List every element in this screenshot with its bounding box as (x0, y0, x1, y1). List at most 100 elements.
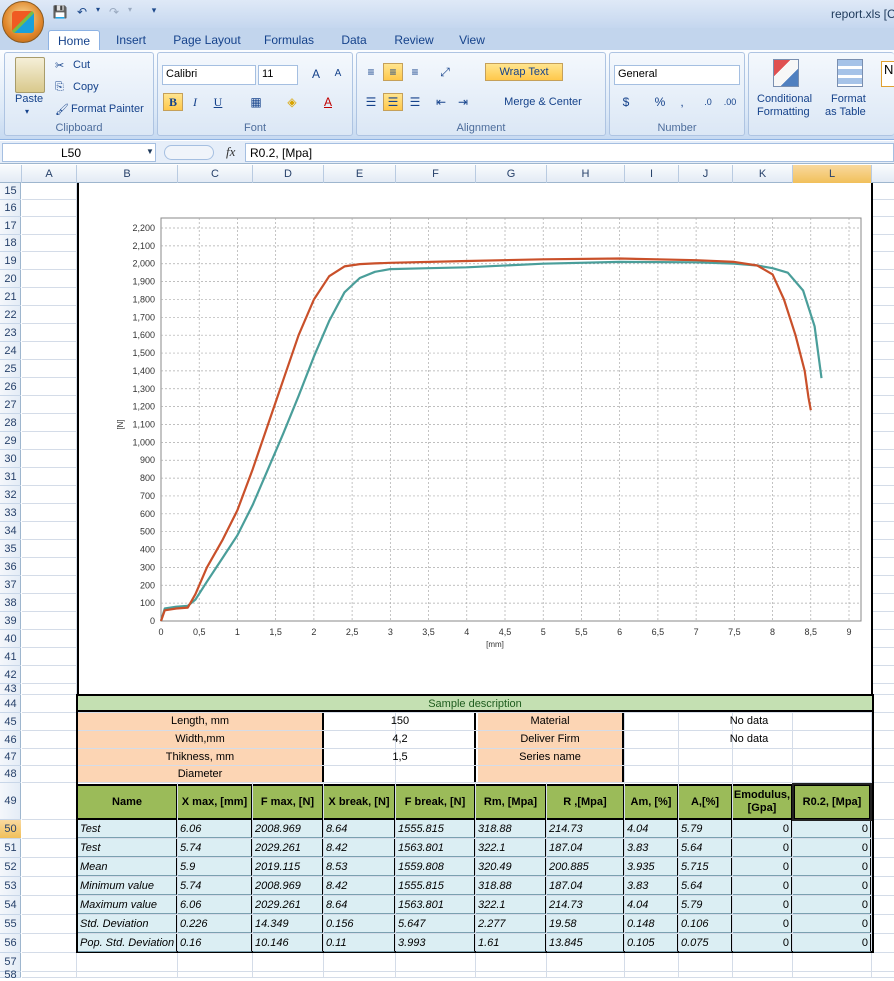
row-header-43[interactable]: 43 (0, 684, 21, 695)
row-header-34[interactable]: 34 (0, 522, 21, 540)
sample-value[interactable]: 4,2 (326, 731, 476, 748)
comma-button[interactable]: , (672, 93, 692, 111)
results-cell[interactable]: 5.64 (679, 839, 732, 857)
paste-dropdown-icon[interactable]: ▾ (25, 107, 29, 116)
redo-icon[interactable]: ↷ (106, 5, 122, 21)
sample-label-2[interactable]: Series name (478, 749, 624, 765)
results-cell[interactable]: 2.277 (476, 915, 546, 933)
results-cell[interactable]: 322.1 (476, 839, 546, 857)
conditional-formatting-sub[interactable]: Formatting (757, 106, 810, 118)
row-header-24[interactable]: 24 (0, 342, 21, 360)
row-header-55[interactable]: 55 (0, 915, 21, 934)
row-header-42[interactable]: 42 (0, 666, 21, 684)
increase-indent-icon[interactable]: ⇥ (453, 93, 473, 111)
results-cell[interactable]: 1563.801 (396, 896, 475, 914)
percent-button[interactable]: % (650, 93, 670, 111)
merge-center-button[interactable]: Merge & Center (485, 93, 601, 111)
name-box[interactable]: L50 (2, 143, 156, 162)
results-cell[interactable]: 10.146 (253, 934, 323, 952)
results-cell[interactable]: 0 (733, 839, 792, 857)
column-header-g[interactable]: G (476, 165, 547, 183)
shrink-font-icon[interactable]: A (328, 65, 348, 83)
row-header-56[interactable]: 56 (0, 934, 21, 953)
font-size-select[interactable]: 11 (258, 65, 298, 85)
results-row-name[interactable]: Minimum value (78, 877, 177, 895)
tab-review[interactable]: Review (388, 30, 440, 50)
results-row-name[interactable]: Pop. Std. Deviation (78, 934, 177, 952)
results-row-name[interactable]: Mean (78, 858, 177, 876)
sample-label-2[interactable]: Material (478, 713, 624, 730)
wrap-text-button[interactable]: Wrap Text (485, 63, 563, 81)
customize-qat-icon[interactable]: ▾ (146, 5, 162, 21)
results-cell[interactable]: 0 (793, 896, 871, 914)
orientation-icon[interactable]: ⤢ (435, 63, 455, 81)
column-header-a[interactable]: A (22, 165, 77, 183)
paste-button[interactable]: Paste (15, 93, 43, 105)
results-header[interactable]: F max, [N] (253, 784, 323, 820)
format-as-table-sub[interactable]: as Table (825, 106, 866, 118)
results-cell[interactable]: 0 (733, 896, 792, 914)
row-header-49[interactable]: 49 (0, 783, 21, 820)
results-cell[interactable]: 0.106 (679, 915, 732, 933)
sample-label[interactable]: Width,mm (78, 731, 324, 748)
grow-font-icon[interactable]: A (306, 65, 326, 83)
row-header-33[interactable]: 33 (0, 504, 21, 522)
results-cell[interactable]: 2008.969 (253, 820, 323, 838)
font-color-icon[interactable]: A (318, 93, 338, 111)
row-header-17[interactable]: 17 (0, 217, 21, 235)
sample-value-2[interactable] (626, 766, 872, 782)
results-cell[interactable]: 0.156 (324, 915, 395, 933)
column-header-j[interactable]: J (679, 165, 733, 183)
row-header-48[interactable]: 48 (0, 766, 21, 783)
results-cell[interactable]: 1.61 (476, 934, 546, 952)
sample-label[interactable]: Diameter (78, 766, 324, 782)
results-cell[interactable]: 187.04 (547, 877, 624, 895)
row-header-36[interactable]: 36 (0, 558, 21, 576)
results-cell[interactable]: 3.83 (625, 839, 678, 857)
select-all-corner[interactable] (0, 165, 22, 183)
sample-value[interactable] (326, 766, 476, 782)
row-header-39[interactable]: 39 (0, 612, 21, 630)
sample-label[interactable]: Length, mm (78, 713, 324, 730)
results-cell[interactable]: 5.64 (679, 877, 732, 895)
results-cell[interactable]: 6.06 (178, 896, 252, 914)
results-cell[interactable]: 0 (793, 877, 871, 895)
sample-label[interactable]: Thikness, mm (78, 749, 324, 765)
results-cell[interactable]: 0 (793, 839, 871, 857)
sample-value-2[interactable]: No data (626, 731, 872, 748)
insert-function-icon[interactable]: fx (226, 144, 235, 160)
results-cell[interactable]: 5.79 (679, 820, 732, 838)
decrease-decimal-icon[interactable]: .00 (720, 93, 740, 111)
sample-value-2[interactable] (626, 749, 872, 765)
align-center-icon[interactable]: ☰ (383, 93, 403, 111)
results-header[interactable]: X max, [mm] (178, 784, 252, 820)
results-cell[interactable]: 5.9 (178, 858, 252, 876)
results-cell[interactable]: 8.64 (324, 896, 395, 914)
results-cell[interactable]: 0.105 (625, 934, 678, 952)
row-header-25[interactable]: 25 (0, 360, 21, 378)
results-header[interactable]: Emodulus, [Gpa] (733, 784, 792, 820)
sample-value-2[interactable]: No data (626, 713, 872, 730)
italic-button[interactable]: I (185, 93, 205, 111)
font-name-select[interactable]: Calibri (162, 65, 256, 85)
underline-button[interactable]: U (208, 93, 228, 111)
results-cell[interactable]: 0 (733, 858, 792, 876)
results-header[interactable]: R ,[Mpa] (547, 784, 624, 820)
row-header-37[interactable]: 37 (0, 576, 21, 594)
format-as-table-button[interactable]: Format (831, 93, 866, 105)
row-header-29[interactable]: 29 (0, 432, 21, 450)
align-middle-icon[interactable]: ≡ (383, 63, 403, 81)
row-header-35[interactable]: 35 (0, 540, 21, 558)
office-button[interactable] (2, 1, 44, 43)
row-header-28[interactable]: 28 (0, 414, 21, 432)
results-header[interactable]: F break, [N] (396, 784, 475, 820)
redo-dropdown-icon[interactable]: ▾ (122, 5, 138, 21)
row-header-27[interactable]: 27 (0, 396, 21, 414)
save-icon[interactable]: 💾 (52, 5, 68, 21)
row-header-22[interactable]: 22 (0, 306, 21, 324)
results-cell[interactable]: 0.226 (178, 915, 252, 933)
results-header[interactable]: A,[%] (679, 784, 732, 820)
column-header-f[interactable]: F (396, 165, 476, 183)
results-cell[interactable]: 3.993 (396, 934, 475, 952)
row-header-47[interactable]: 47 (0, 749, 21, 766)
